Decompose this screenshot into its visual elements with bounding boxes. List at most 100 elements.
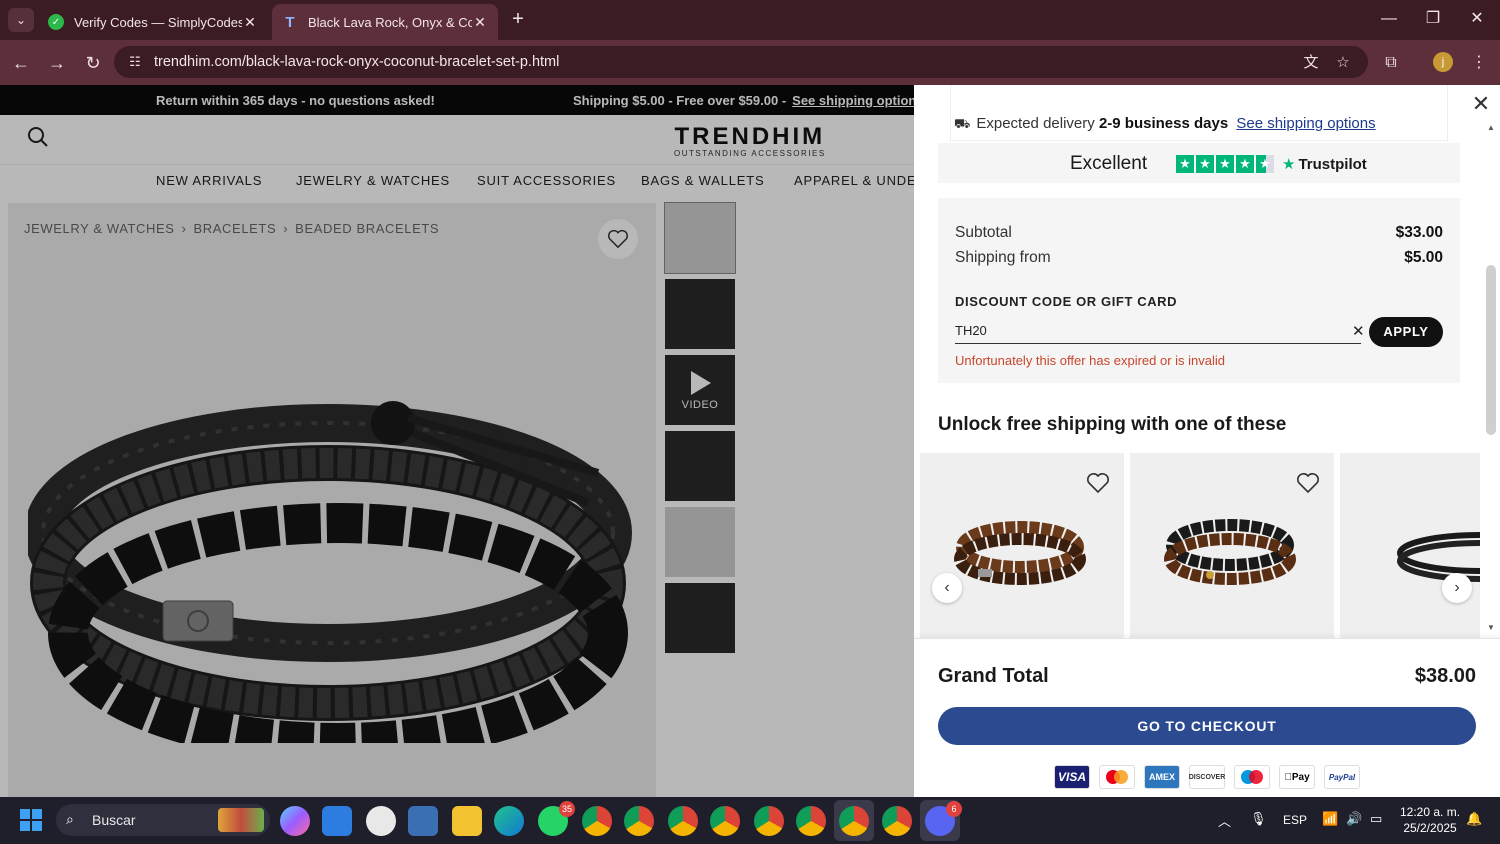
paypal-icon: PayPal (1324, 765, 1360, 789)
free-shipping-title: Unlock free shipping with one of these (938, 414, 1287, 435)
reload-button[interactable]: ↻ (80, 50, 106, 76)
windows-start-icon[interactable] (20, 809, 42, 831)
simplycodes-favicon-icon: ✓ (48, 14, 64, 30)
scrollbar-thumb[interactable] (1486, 265, 1496, 435)
trustpilot-brand: Trustpilot (1298, 156, 1367, 173)
taskbar-search[interactable]: ⌕ Buscar (56, 804, 270, 836)
heart-icon[interactable] (1296, 471, 1320, 495)
truck-icon: ⛟ (954, 116, 971, 131)
tab-trendhim[interactable]: T Black Lava Rock, Onyx & Cocon ✕ (272, 4, 498, 40)
carousel-prev-button[interactable]: ‹ (932, 573, 962, 603)
subtotal-value: $33.00 (1395, 224, 1443, 241)
upsell-card[interactable] (1130, 453, 1334, 639)
microphone-icon[interactable]: 🎙 (1250, 811, 1267, 827)
grand-total-label: Grand Total (938, 665, 1049, 687)
star-half-icon: ★ (1256, 155, 1274, 173)
upsell-card[interactable] (920, 453, 1124, 639)
tray-overflow-icon[interactable]: ︿ (1218, 811, 1231, 830)
carousel-next-button[interactable]: › (1442, 573, 1472, 603)
maestro-icon (1234, 765, 1270, 789)
tab-title: Verify Codes — SimplyCodes (74, 14, 242, 30)
chrome-icon[interactable] (754, 806, 784, 836)
shipping-label: Shipping from (955, 249, 1051, 266)
back-button[interactable]: ← (8, 50, 34, 76)
extensions-icon[interactable]: ⧉ (1378, 50, 1404, 76)
search-highlight-image (218, 808, 264, 832)
whatsapp-icon[interactable]: 35 (538, 801, 575, 836)
file-explorer-icon[interactable] (452, 806, 482, 836)
upsell-carousel: ‹ › (920, 453, 1480, 639)
address-bar[interactable]: ☷ trendhim.com/black-lava-rock-onyx-coco… (114, 46, 1368, 78)
volume-icon[interactable]: 🔊 (1346, 811, 1362, 827)
upsell-card[interactable] (1340, 453, 1480, 639)
battery-icon[interactable]: ▭ (1370, 811, 1382, 827)
minimize-button[interactable]: — (1374, 8, 1404, 32)
apple-pay-label: Pay (1288, 771, 1310, 783)
chrome-icon[interactable] (582, 806, 612, 836)
trustpilot-bar[interactable]: Excellent ★ ★ ★ ★ ★ ★ Trustpilot (938, 143, 1460, 183)
delivery-shipping-link[interactable]: See shipping options (1236, 115, 1375, 132)
tab-close-icon[interactable]: ✕ (242, 14, 258, 31)
bookmark-star-icon[interactable]: ☆ (1332, 52, 1354, 74)
clock-app-icon[interactable] (366, 806, 396, 836)
shipping-row: Shipping from $5.00 (955, 249, 1443, 267)
notifications-icon[interactable]: 🔔 (1466, 811, 1482, 827)
forward-button[interactable]: → (44, 50, 70, 76)
heart-icon[interactable] (1086, 471, 1110, 495)
profile-avatar[interactable]: j (1433, 52, 1453, 72)
window-close-button[interactable]: ✕ (1462, 8, 1492, 32)
calculator-icon[interactable] (408, 806, 438, 836)
star-icon: ★ (1176, 155, 1194, 173)
site-info-icon[interactable]: ☷ (126, 53, 144, 71)
taskbar-search-placeholder: Buscar (92, 812, 136, 828)
discount-code-input[interactable]: TH20 (955, 318, 1361, 344)
discount-error-message: Unfortunately this offer has expired or … (955, 353, 1226, 368)
clock-time: 12:20 a. m. (1400, 805, 1461, 819)
shipping-value: $5.00 (1404, 249, 1443, 266)
close-drawer-button[interactable]: ✕ (1470, 93, 1492, 115)
system-clock[interactable]: 12:20 a. m. 25/2/2025 (1400, 804, 1460, 836)
chrome-icon[interactable] (882, 806, 912, 836)
wifi-icon[interactable]: 📶 (1322, 811, 1338, 827)
apply-button[interactable]: APPLY (1369, 317, 1443, 347)
chrome-icon[interactable] (839, 806, 869, 836)
chrome-icon[interactable] (624, 806, 654, 836)
tab-close-icon[interactable]: ✕ (472, 14, 488, 31)
browser-toolbar: ← → ↻ ☷ trendhim.com/black-lava-rock-ony… (0, 40, 1500, 85)
copilot-icon[interactable] (280, 806, 310, 836)
chrome-icon[interactable] (710, 806, 740, 836)
discord-badge: 6 (946, 801, 962, 817)
chrome-icon[interactable] (668, 806, 698, 836)
language-indicator[interactable]: ESP (1283, 813, 1307, 827)
clock-date: 25/2/2025 (1403, 821, 1457, 835)
lava-tiger-eye-bracelet-image (1164, 519, 1296, 585)
checkout-button[interactable]: GO TO CHECKOUT (938, 707, 1476, 745)
tab-search-button[interactable]: ⌄ (8, 8, 34, 32)
scroll-down-icon[interactable]: ▼ (1486, 623, 1496, 632)
clear-discount-icon[interactable]: ✕ (1352, 322, 1365, 340)
translate-icon[interactable]: 文 (1300, 52, 1322, 74)
browser-menu-icon[interactable]: ⋮ (1466, 50, 1492, 76)
star-icon: ★ (1236, 155, 1254, 173)
new-tab-button[interactable]: + (506, 8, 530, 32)
windows-taskbar: ⌕ Buscar 35 6 ︿ 🎙 ESP 📶 🔊 ▭ 12:20 a. m. … (0, 797, 1500, 844)
url-text[interactable]: trendhim.com/black-lava-rock-onyx-coconu… (154, 54, 559, 70)
discover-icon: DISCOVER (1189, 765, 1225, 789)
payment-methods: VISA AMEX DISCOVER Pay PayPal (1054, 765, 1360, 789)
trustpilot-star-icon: ★ (1282, 156, 1296, 173)
restore-button[interactable]: ❐ (1418, 8, 1448, 32)
trust-rating-word: Excellent (1070, 153, 1148, 174)
tab-title: Black Lava Rock, Onyx & Cocon (308, 14, 472, 30)
chrome-icon[interactable] (796, 806, 826, 836)
edge-icon[interactable] (494, 806, 524, 836)
subtotal-row: Subtotal $33.00 (955, 224, 1443, 242)
subtotal-label: Subtotal (955, 224, 1012, 241)
scroll-up-icon[interactable]: ▲ (1486, 123, 1496, 132)
store-icon[interactable] (322, 806, 352, 836)
trust-stars: ★ ★ ★ ★ ★ (1176, 155, 1274, 173)
visa-icon: VISA (1054, 765, 1090, 789)
star-icon: ★ (1196, 155, 1214, 173)
discord-icon[interactable]: 6 (925, 801, 962, 836)
tab-simplycodes[interactable]: ✓ Verify Codes — SimplyCodes ✕ (38, 4, 268, 40)
page-overlay[interactable] (0, 85, 914, 797)
